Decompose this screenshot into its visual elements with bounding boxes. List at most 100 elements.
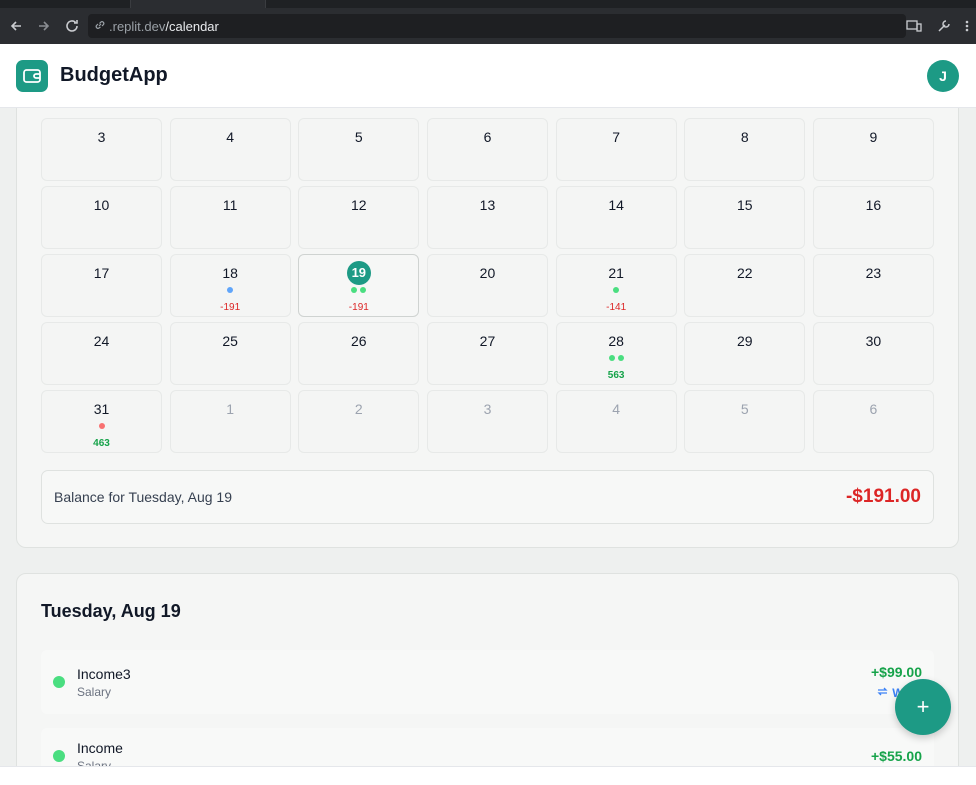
- calendar-day[interactable]: 8: [684, 118, 806, 181]
- add-transaction-button[interactable]: +: [895, 679, 951, 735]
- calendar-day[interactable]: 5: [298, 118, 420, 181]
- address-bar[interactable]: .replit.dev/calendar: [88, 14, 906, 38]
- balance-label: Balance for Tuesday, Aug 19: [54, 489, 232, 505]
- url-path: /calendar: [165, 18, 219, 34]
- settings-nav-icon[interactable]: [845, 779, 861, 785]
- day-number: 22: [736, 265, 753, 281]
- calendar-day[interactable]: 15: [684, 186, 806, 249]
- day-number: 3: [97, 129, 106, 145]
- day-number: 20: [479, 265, 496, 281]
- day-number: 27: [479, 333, 496, 349]
- link-icon: [94, 19, 106, 34]
- calendar-nav-icon[interactable]: [114, 779, 130, 785]
- more-icon[interactable]: [962, 14, 972, 38]
- calendar-day[interactable]: 31 463: [41, 390, 162, 453]
- calendar-day[interactable]: 30: [812, 322, 934, 385]
- day-number: 11: [222, 197, 238, 213]
- wallet-icon[interactable]: [16, 60, 48, 92]
- day-number: 8: [740, 129, 749, 145]
- calendar-day[interactable]: 6: [812, 390, 934, 453]
- calendar-day[interactable]: 6: [426, 118, 548, 181]
- calendar-day[interactable]: 23: [812, 254, 934, 317]
- list-nav-icon[interactable]: [358, 779, 374, 785]
- calendar-day[interactable]: 4: [169, 118, 291, 181]
- calendar-day[interactable]: 22: [684, 254, 806, 317]
- app-title[interactable]: BudgetApp: [60, 64, 168, 87]
- url-host: .replit.dev: [109, 18, 166, 34]
- calendar-day[interactable]: 20: [426, 254, 548, 317]
- day-number: 7: [612, 129, 621, 145]
- day-number: 5: [740, 401, 749, 417]
- day-number: 9: [869, 129, 878, 145]
- calendar-day[interactable]: 26: [298, 322, 420, 385]
- calendar-day[interactable]: 28 563: [555, 322, 677, 385]
- transaction-dot: [98, 423, 105, 429]
- forward-icon[interactable]: [32, 14, 56, 38]
- transaction-category: Salary: [77, 685, 112, 699]
- calendar-day[interactable]: 24: [41, 322, 162, 385]
- calendar-day[interactable]: 13: [426, 186, 548, 249]
- calendar-day[interactable]: 12: [298, 186, 420, 249]
- calendar-day[interactable]: 25: [169, 322, 291, 385]
- day-number: 21: [608, 265, 624, 281]
- day-number: 15: [736, 197, 753, 213]
- calendar-day[interactable]: 1: [169, 390, 291, 453]
- day-number: 6: [869, 401, 878, 417]
- reload-icon[interactable]: [60, 14, 84, 38]
- day-net-amount: 463: [93, 438, 110, 449]
- calendar-day[interactable]: 4: [555, 390, 677, 453]
- day-number: 30: [865, 333, 882, 349]
- day-number: 6: [483, 129, 492, 145]
- transaction-amount: +$99.00: [871, 664, 922, 680]
- calendar-day[interactable]: 17: [41, 254, 162, 317]
- calendar-day[interactable]: 11: [169, 186, 291, 249]
- back-icon[interactable]: [4, 14, 28, 38]
- browser-toolbar: .replit.dev/calendar: [0, 8, 976, 44]
- user-avatar[interactable]: J: [927, 60, 959, 92]
- transaction-dot: [360, 287, 367, 293]
- calendar-day[interactable]: 9: [812, 118, 934, 181]
- calendar-day[interactable]: 2: [298, 390, 420, 453]
- calendar-day[interactable]: 3: [426, 390, 548, 453]
- day-number: 17: [93, 265, 110, 281]
- day-number: 2: [354, 401, 363, 417]
- calendar-day[interactable]: 21 -141: [555, 254, 677, 317]
- day-number: 10: [93, 197, 110, 213]
- browser-tab[interactable]: [130, 0, 266, 8]
- transaction-row[interactable]: Income3 Salary +$99.00 We: [41, 650, 934, 714]
- transaction-dots: [557, 355, 676, 361]
- transaction-dot: [227, 287, 234, 293]
- day-number: 13: [479, 197, 496, 213]
- browser-tab-strip: [0, 0, 976, 8]
- transaction-dots: [557, 287, 676, 293]
- calendar-day[interactable]: 10: [41, 186, 162, 249]
- calendar-day[interactable]: 16: [812, 186, 934, 249]
- calendar-day[interactable]: 5: [684, 390, 806, 453]
- transaction-dot: [617, 355, 624, 361]
- devices-icon[interactable]: [902, 14, 926, 38]
- transaction-dot: [613, 287, 620, 293]
- transaction-type-dot: [53, 676, 65, 688]
- day-number: 5: [354, 129, 363, 145]
- wrench-icon[interactable]: [932, 14, 956, 38]
- day-number: 3: [483, 401, 492, 417]
- day-net-amount: -191: [220, 302, 241, 313]
- transaction-type-dot: [53, 750, 65, 762]
- calendar-day[interactable]: 14: [555, 186, 677, 249]
- transaction-name: Income3: [77, 666, 131, 682]
- calendar-grid: 3 4 5 6 7 8 9 10 11 12 13 14 15 16 17 18 -191 19 -191 20 21-…: [41, 118, 934, 453]
- day-number: 31: [93, 401, 110, 417]
- calendar-day[interactable]: 27: [426, 322, 548, 385]
- calendar-day-selected[interactable]: 19 -191: [298, 254, 420, 317]
- home-nav-icon[interactable]: [601, 779, 617, 785]
- day-number: 28: [608, 333, 624, 349]
- calendar-day[interactable]: 18 -191: [169, 254, 291, 317]
- calendar-day[interactable]: 29: [684, 322, 806, 385]
- calendar-day[interactable]: 7: [555, 118, 677, 181]
- repeat-icon: [877, 686, 888, 700]
- day-net-amount: -141: [606, 302, 627, 313]
- day-number: 1: [226, 401, 235, 417]
- transaction-amount: +$55.00: [871, 748, 922, 764]
- bottom-navigation: [0, 766, 976, 785]
- calendar-day[interactable]: 3: [41, 118, 162, 181]
